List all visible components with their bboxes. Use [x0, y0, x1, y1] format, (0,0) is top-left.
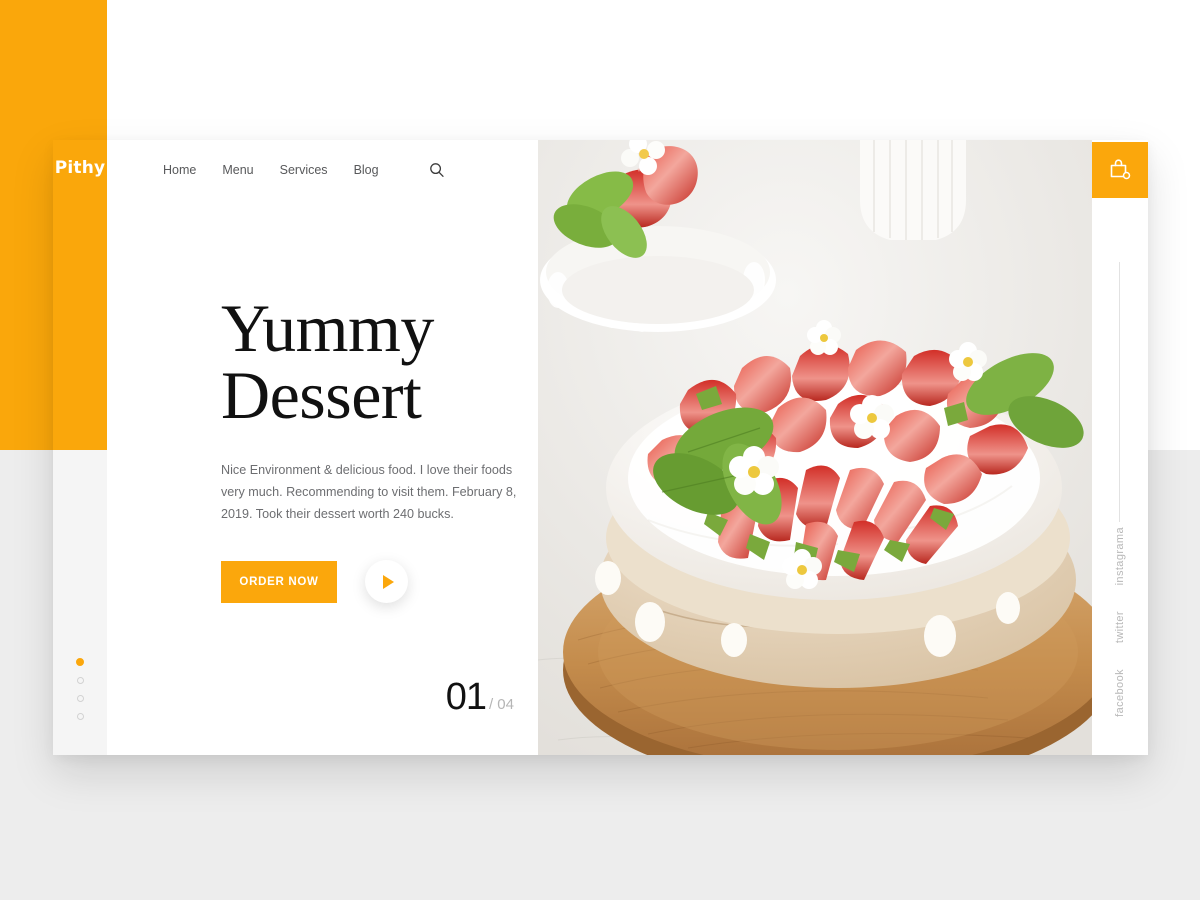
slider-dot-2[interactable]: [76, 677, 84, 684]
hero-photo: [538, 140, 1092, 755]
nav-item-blog[interactable]: Blog: [354, 163, 379, 177]
play-button[interactable]: [365, 560, 408, 603]
brand-logo[interactable]: Pithy: [53, 158, 107, 178]
order-now-button[interactable]: ORDER NOW: [221, 560, 337, 603]
social-link-instagram[interactable]: instagrama: [1114, 527, 1126, 585]
social-links: facebook twitter instagrama: [1092, 527, 1148, 717]
rail-divider-line: [1119, 262, 1120, 522]
pavlova-photo-illustration: [538, 140, 1092, 755]
search-icon[interactable]: [429, 162, 445, 178]
main-navigation: Home Menu Services Blog: [107, 140, 538, 200]
right-rail: facebook twitter instagrama: [1092, 140, 1148, 755]
slider-dots: [53, 658, 107, 720]
hero-text-block: Yummy Dessert Nice Environment & delicio…: [221, 290, 531, 525]
social-link-twitter[interactable]: twitter: [1114, 611, 1126, 643]
left-rail-orange-block: [53, 140, 107, 450]
slide-counter-total: / 04: [488, 696, 514, 713]
page-title: Yummy Dessert: [221, 290, 434, 433]
slider-dot-1[interactable]: [76, 658, 84, 666]
cta-row: ORDER NOW: [221, 560, 408, 603]
cart-button[interactable]: [1092, 142, 1148, 198]
social-link-facebook[interactable]: facebook: [1114, 669, 1126, 717]
nav-item-services[interactable]: Services: [280, 163, 328, 177]
nav-item-menu[interactable]: Menu: [222, 163, 253, 177]
play-icon: [382, 574, 394, 589]
slider-dot-3[interactable]: [76, 695, 84, 702]
slide-counter-current: 01: [445, 676, 487, 718]
hero-description: Nice Environment & delicious food. I lov…: [221, 463, 517, 522]
screenshot-stage: Pithy Home Menu Services Blog Yummy Dess…: [0, 0, 1200, 900]
slider-dot-4[interactable]: [76, 713, 84, 720]
slide-counter: 01 / 04: [446, 676, 514, 719]
content-column: Home Menu Services Blog Yummy Dessert Ni…: [107, 140, 538, 755]
nav-item-home[interactable]: Home: [163, 163, 196, 177]
hero-card: Pithy Home Menu Services Blog Yummy Dess…: [53, 140, 1148, 755]
shopping-bag-icon: [1110, 159, 1131, 180]
left-rail: Pithy: [53, 140, 107, 755]
